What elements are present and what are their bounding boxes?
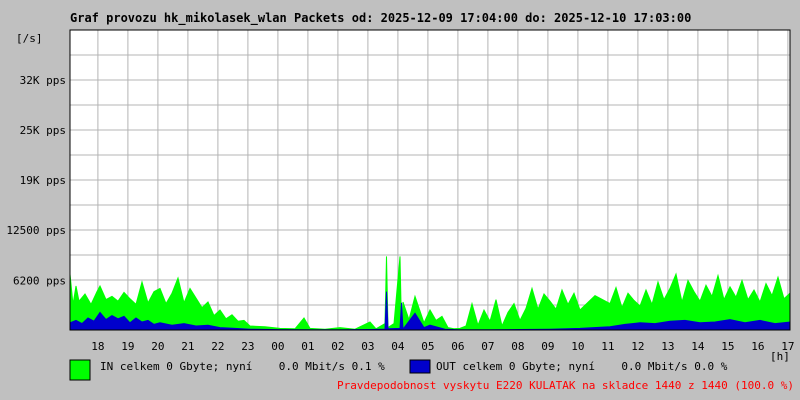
x-tick-label: 09 [541,340,554,353]
legend-in-swatch [69,359,91,381]
x-tick-label: 14 [691,340,705,353]
x-tick-label: 02 [331,340,344,353]
x-tick-label: 21 [181,340,194,353]
y-tick-label: 19K pps [20,174,66,187]
y-tick-labels: 6200 pps 12500 pps 19K pps 25K pps 32K pps [6,74,66,287]
x-tick-label: 08 [511,340,524,353]
x-tick-label: 15 [721,340,734,353]
x-tick-label: 19 [121,340,134,353]
y-tick-label: 6200 pps [13,274,66,287]
x-tick-label: 05 [421,340,434,353]
chart-title: Graf provozu hk_mikolasek_wlan Packets o… [70,11,691,26]
legend-out-swatch [409,359,431,374]
x-tick-label: 16 [751,340,764,353]
legend-out-text: OUT celkem 0 Gbyte; nyní 0.0 Mbit/s 0.0 … [436,360,728,373]
footer-info: Pravdepodobnost vyskytu E220 KULATAK na … [337,379,794,392]
x-tick-label: 06 [451,340,464,353]
x-tick-label: 17 [781,340,794,353]
x-tick-label: 04 [391,340,405,353]
x-tick-label: 12 [631,340,644,353]
x-tick-label: 03 [361,340,374,353]
x-tick-label: 11 [601,340,614,353]
x-tick-label: 23 [241,340,254,353]
x-tick-label: 10 [571,340,584,353]
x-tick-label: 22 [211,340,224,353]
x-tick-label: 01 [301,340,314,353]
y-tick-label: 32K pps [20,74,66,87]
y-tick-label: 25K pps [20,124,66,137]
legend-in-text: IN celkem 0 Gbyte; nyní 0.0 Mbit/s 0.1 % [100,360,385,373]
y-tick-label: 12500 pps [6,224,66,237]
x-tick-label: 13 [661,340,674,353]
x-tick-label: 07 [481,340,494,353]
traffic-chart: Graf provozu hk_mikolasek_wlan Packets o… [6,11,794,392]
x-tick-label: 00 [271,340,284,353]
x-tick-label: 20 [151,340,164,353]
x-tick-label: 18 [91,340,104,353]
y-axis-unit-label: [/s] [16,32,43,45]
x-tick-labels: 18 19 20 21 22 23 00 01 02 03 04 05 06 07 08 09 10 11 12 13… [91,340,794,353]
